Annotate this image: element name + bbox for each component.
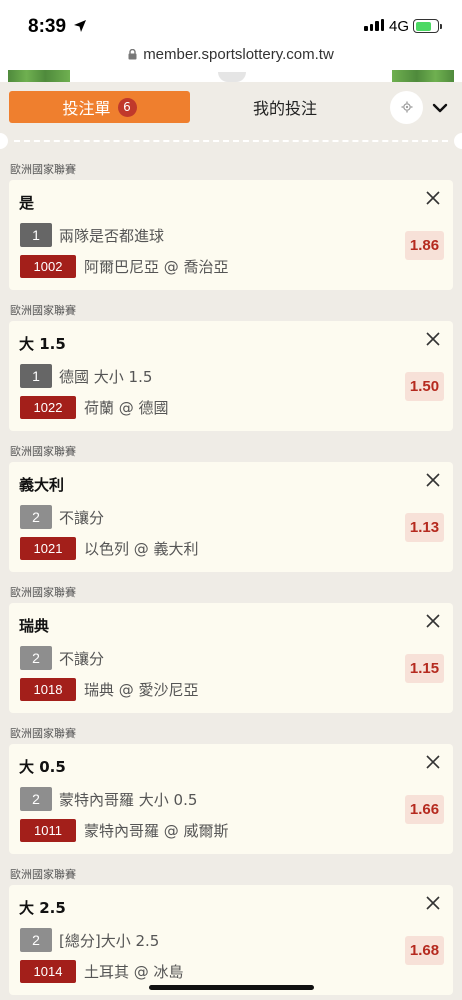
settings-button[interactable] [390, 91, 423, 124]
match-number: 1018 [20, 678, 76, 701]
match-teams: 荷蘭 @ 德國 [84, 399, 169, 417]
bet-group: 歐洲國家聯賽 是 1 兩隊是否都進球 1002 阿爾巴尼亞 @ 喬治亞 1.86 [0, 157, 462, 298]
bet-card: 大 1.5 1 德國 大小 1.5 1022 荷蘭 @ 德國 1.50 [9, 321, 453, 431]
selection-title: 是 [19, 194, 35, 212]
league-name: 歐洲國家聯賽 [10, 727, 76, 740]
market-name: 不讓分 [59, 649, 105, 668]
battery-icon [413, 19, 442, 33]
bet-group: 歐洲國家聯賽 大 1.5 1 德國 大小 1.5 1022 荷蘭 @ 德國 1.… [0, 298, 462, 439]
status-bar: 8:39 4G [0, 0, 462, 44]
odds-value: 1.66 [405, 795, 444, 824]
bet-type-badge: 1 [20, 223, 52, 247]
match-teams: 以色列 @ 義大利 [84, 540, 199, 558]
league-name: 歐洲國家聯賽 [10, 304, 76, 317]
bet-group: 歐洲國家聯賽 義大利 2 不讓分 1021 以色列 @ 義大利 1.13 [0, 439, 462, 580]
market-name: 德國 大小 1.5 [59, 367, 153, 386]
bet-group: 歐洲國家聯賽 大 2.5 2 [總分]大小 2.5 1014 土耳其 @ 冰島 … [0, 862, 462, 1000]
bet-count-badge: 6 [117, 97, 137, 117]
chevron-down-icon[interactable] [432, 99, 448, 118]
match-teams: 瑞典 @ 愛沙尼亞 [84, 681, 199, 699]
signal-icon [364, 19, 384, 31]
bet-type-badge: 1 [20, 364, 52, 388]
market-name: [總分]大小 2.5 [59, 931, 160, 950]
close-icon[interactable] [425, 613, 441, 633]
bet-type-badge: 2 [20, 505, 52, 529]
bet-type-badge: 2 [20, 928, 52, 952]
header-banner [0, 70, 462, 82]
market-name: 不讓分 [59, 508, 105, 527]
selection-title: 大 0.5 [19, 758, 66, 776]
odds-value: 1.15 [405, 654, 444, 683]
odds-value: 1.13 [405, 513, 444, 542]
match-number: 1011 [20, 819, 76, 842]
bet-card: 義大利 2 不讓分 1021 以色列 @ 義大利 1.13 [9, 462, 453, 572]
bet-group: 歐洲國家聯賽 大 0.5 2 蒙特內哥羅 大小 0.5 1011 蒙特內哥羅 @… [0, 721, 462, 862]
bet-card: 大 2.5 2 [總分]大小 2.5 1014 土耳其 @ 冰島 1.68 [9, 885, 453, 995]
bet-group: 歐洲國家聯賽 瑞典 2 不讓分 1018 瑞典 @ 愛沙尼亞 1.15 [0, 580, 462, 721]
odds-value: 1.86 [405, 231, 444, 260]
close-icon[interactable] [425, 190, 441, 210]
address-bar[interactable]: member.sportslottery.com.tw [0, 44, 462, 70]
odds-value: 1.50 [405, 372, 444, 401]
close-icon[interactable] [425, 895, 441, 915]
status-time: 8:39 [28, 16, 67, 37]
bet-type-badge: 2 [20, 787, 52, 811]
close-icon[interactable] [425, 754, 441, 774]
bet-list: 歐洲國家聯賽 是 1 兩隊是否都進球 1002 阿爾巴尼亞 @ 喬治亞 1.86… [0, 157, 462, 1000]
bet-card: 是 1 兩隊是否都進球 1002 阿爾巴尼亞 @ 喬治亞 1.86 [9, 180, 453, 290]
close-icon[interactable] [425, 472, 441, 492]
selection-title: 瑞典 [19, 617, 50, 635]
bet-card: 瑞典 2 不讓分 1018 瑞典 @ 愛沙尼亞 1.15 [9, 603, 453, 713]
network-type: 4G [389, 18, 410, 35]
league-name: 歐洲國家聯賽 [10, 445, 76, 458]
market-name: 兩隊是否都進球 [59, 226, 165, 245]
bet-tabs: 投注單 6 我的投注 [0, 82, 462, 130]
odds-value: 1.68 [405, 936, 444, 965]
location-arrow-icon [73, 18, 87, 37]
selection-title: 大 1.5 [19, 335, 66, 353]
match-number: 1014 [20, 960, 76, 983]
gear-icon [401, 98, 413, 117]
match-number: 1002 [20, 255, 76, 278]
close-icon[interactable] [425, 331, 441, 351]
tab-bet-slip[interactable]: 投注單 6 [9, 91, 190, 123]
banner-notch [218, 72, 246, 82]
tab-bet-slip-label: 投注單 [62, 99, 111, 118]
tab-my-bets[interactable]: 我的投注 [200, 91, 370, 123]
match-number: 1021 [20, 537, 76, 560]
selection-title: 義大利 [19, 476, 65, 494]
ticket-divider [0, 130, 462, 152]
market-name: 蒙特內哥羅 大小 0.5 [59, 790, 198, 809]
url-text: member.sportslottery.com.tw [143, 46, 334, 63]
tab-my-bets-label: 我的投注 [252, 99, 317, 118]
selection-title: 大 2.5 [19, 899, 66, 917]
home-indicator[interactable] [149, 985, 314, 990]
bet-card: 大 0.5 2 蒙特內哥羅 大小 0.5 1011 蒙特內哥羅 @ 威爾斯 1.… [9, 744, 453, 854]
match-number: 1022 [20, 396, 76, 419]
match-teams: 蒙特內哥羅 @ 威爾斯 [84, 822, 229, 840]
lock-icon [128, 45, 137, 64]
pitch-image-left [8, 70, 70, 82]
league-name: 歐洲國家聯賽 [10, 586, 76, 599]
pitch-image-right [392, 70, 454, 82]
match-teams: 土耳其 @ 冰島 [84, 963, 184, 981]
match-teams: 阿爾巴尼亞 @ 喬治亞 [84, 258, 229, 276]
bet-type-badge: 2 [20, 646, 52, 670]
league-name: 歐洲國家聯賽 [10, 163, 76, 176]
league-name: 歐洲國家聯賽 [10, 868, 76, 881]
